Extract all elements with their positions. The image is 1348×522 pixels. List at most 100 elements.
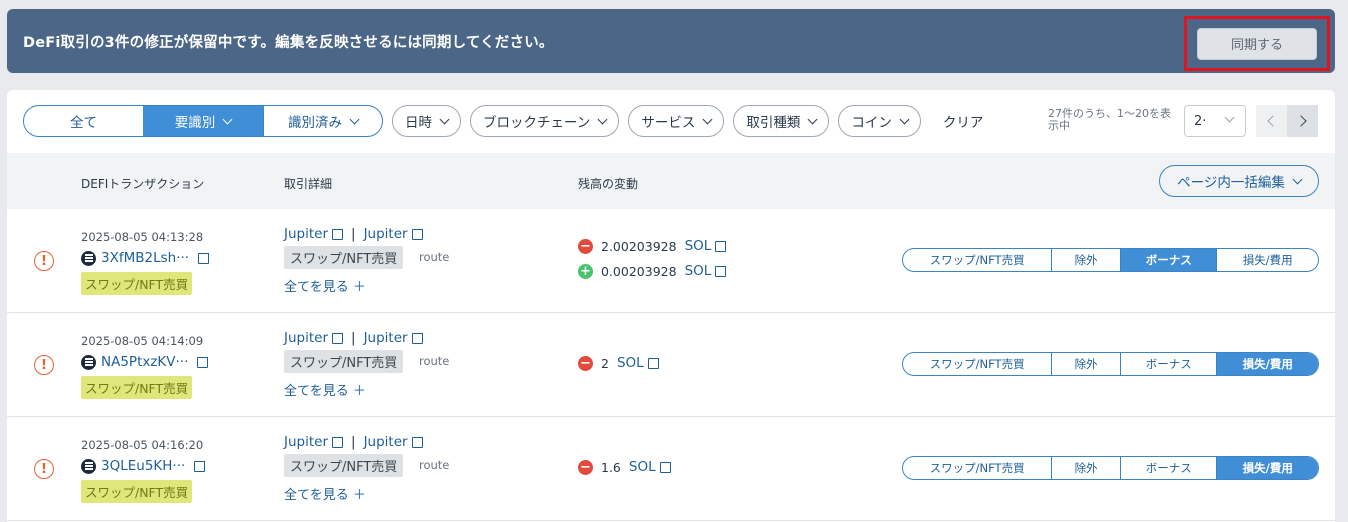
sync-button-highlight: 同期する (1184, 16, 1330, 71)
see-all-link[interactable]: 全てを見る ＋ (284, 276, 366, 295)
coin-link[interactable]: SOL (685, 263, 712, 279)
table-row: ! 2025-08-05 04:13:28 3XfMB2Lsh··· スワップ/… (7, 209, 1335, 313)
tx-type-tag: スワップ/NFT売買 (81, 376, 193, 399)
solana-icon (81, 250, 96, 266)
category-bonus[interactable]: ボーナス (1120, 249, 1218, 271)
category-bonus[interactable]: ボーナス (1121, 353, 1218, 375)
service-links: Jupiter | Jupiter (284, 330, 423, 346)
table-header: DEFIトランザクション 取引詳細 残高の変動 ページ内一括編集 (7, 153, 1335, 209)
balance-change: − 1.6 SOL (578, 459, 671, 475)
route-label: route (419, 250, 450, 264)
coin-link[interactable]: SOL (685, 238, 712, 254)
external-link-icon[interactable] (197, 356, 209, 368)
solana-icon (81, 458, 96, 474)
tx-type-tag: スワップ/NFT売買 (81, 480, 193, 503)
external-link-icon[interactable] (715, 265, 727, 277)
service-link[interactable]: Jupiter (284, 330, 328, 346)
category-swap[interactable]: スワップ/NFT売買 (903, 457, 1053, 479)
tx-hash-link[interactable]: 3QLEu5KH··· (81, 458, 206, 474)
service-link[interactable]: Jupiter (364, 434, 408, 450)
category-selector: スワップ/NFT売買 除外 ボーナス 損失/費用 (902, 352, 1319, 376)
chevron-down-icon (597, 114, 608, 124)
external-link-icon[interactable] (194, 460, 206, 472)
service-links: Jupiter | Jupiter (284, 226, 423, 242)
external-link-icon[interactable] (411, 228, 423, 240)
category-swap[interactable]: スワップ/NFT売買 (903, 353, 1053, 375)
filter-datetime[interactable]: 日時 (392, 105, 461, 137)
chevron-down-icon (222, 114, 233, 124)
chevron-down-icon (899, 114, 910, 124)
coin-link[interactable]: SOL (617, 355, 644, 371)
filter-service[interactable]: サービス (628, 105, 725, 137)
filter-blockchain[interactable]: ブロックチェーン (470, 105, 620, 137)
status-segmented-control: 全て 要識別 識別済み (23, 105, 383, 137)
category-loss-fee[interactable]: 損失/費用 (1217, 457, 1318, 479)
segment-all[interactable]: 全て (24, 106, 143, 136)
category-swap[interactable]: スワップ/NFT売買 (903, 249, 1053, 271)
transactions-panel: 全て 要識別 識別済み 日時 ブロックチェーン サービス 取引種類 コイン クリ… (7, 90, 1335, 522)
per-page-select[interactable]: 2· (1184, 105, 1246, 137)
minus-circle-icon: − (578, 238, 593, 254)
exclamation-circle-icon: ! (34, 355, 54, 375)
tx-date: 2025-08-05 04:16:20 (81, 438, 204, 452)
prev-page-button[interactable] (1256, 105, 1287, 137)
minus-circle-icon: − (578, 355, 593, 371)
external-link-icon[interactable] (647, 357, 659, 369)
category-loss-fee[interactable]: 損失/費用 (1217, 353, 1318, 375)
segment-needs-identification[interactable]: 要識別 (143, 106, 263, 136)
category-exclude[interactable]: 除外 (1052, 249, 1121, 271)
chevron-down-icon (1292, 174, 1303, 184)
header-transaction-detail: 取引詳細 (284, 177, 333, 191)
see-all-link[interactable]: 全てを見る ＋ (284, 484, 366, 503)
category-exclude[interactable]: 除外 (1052, 353, 1121, 375)
header-defi-transaction: DEFIトランザクション (81, 177, 205, 191)
plus-icon: ＋ (352, 488, 366, 503)
tx-hash-link[interactable]: NA5PtxzKV··· (81, 354, 209, 370)
external-link-icon[interactable] (332, 332, 344, 344)
category-selector: スワップ/NFT売買 除外 ボーナス 損失/費用 (902, 248, 1319, 272)
external-link-icon[interactable] (332, 436, 344, 448)
chevron-down-icon (349, 114, 360, 124)
sync-button[interactable]: 同期する (1197, 27, 1317, 60)
segment-identified[interactable]: 識別済み (263, 106, 382, 136)
chevron-right-icon (1295, 115, 1307, 127)
chevron-left-icon (1267, 115, 1279, 127)
table-row: ! 2025-08-05 04:14:09 NA5PtxzKV··· スワップ/… (7, 313, 1335, 417)
next-page-button[interactable] (1287, 105, 1318, 137)
category-exclude[interactable]: 除外 (1052, 457, 1121, 479)
external-link-icon[interactable] (332, 228, 344, 240)
service-link[interactable]: Jupiter (284, 434, 328, 450)
tx-hash-link[interactable]: 3XfMB2Lsh··· (81, 250, 210, 266)
route-label: route (419, 458, 450, 472)
header-balance-change: 残高の変動 (578, 177, 639, 191)
external-link-icon[interactable] (715, 240, 727, 252)
banner-message: DeFi取引の3件の修正が保留中です。編集を反映させるには同期してください。 (23, 34, 554, 51)
filter-transaction-type[interactable]: 取引種類 (733, 105, 830, 137)
tx-date: 2025-08-05 04:13:28 (81, 230, 204, 244)
category-bonus[interactable]: ボーナス (1121, 457, 1218, 479)
see-all-link[interactable]: 全てを見る ＋ (284, 380, 366, 399)
exclamation-circle-icon: ! (34, 251, 54, 271)
balance-change: + 0.00203928 SOL (578, 263, 727, 279)
route-label: route (419, 354, 450, 368)
service-link[interactable]: Jupiter (364, 226, 408, 242)
external-link-icon[interactable] (659, 461, 671, 473)
service-link[interactable]: Jupiter (284, 226, 328, 242)
external-link-icon[interactable] (411, 436, 423, 448)
filter-coin[interactable]: コイン (838, 105, 921, 137)
table-row: ! 2025-08-05 04:16:20 3QLEu5KH··· スワップ/N… (7, 417, 1335, 521)
tx-date: 2025-08-05 04:14:09 (81, 334, 204, 348)
minus-circle-icon: − (578, 459, 593, 475)
category-selector: スワップ/NFT売買 除外 ボーナス 損失/費用 (902, 456, 1319, 480)
balance-change: − 2 SOL (578, 355, 659, 371)
category-loss-fee[interactable]: 損失/費用 (1217, 249, 1318, 271)
solana-icon (81, 354, 96, 370)
chevron-down-icon (439, 114, 450, 124)
external-link-icon[interactable] (198, 252, 210, 264)
clear-filters-button[interactable]: クリア (943, 111, 984, 131)
service-link[interactable]: Jupiter (364, 330, 408, 346)
coin-link[interactable]: SOL (629, 459, 656, 475)
bulk-edit-button[interactable]: ページ内一括編集 (1159, 165, 1319, 197)
plus-icon: ＋ (352, 280, 366, 295)
external-link-icon[interactable] (411, 332, 423, 344)
